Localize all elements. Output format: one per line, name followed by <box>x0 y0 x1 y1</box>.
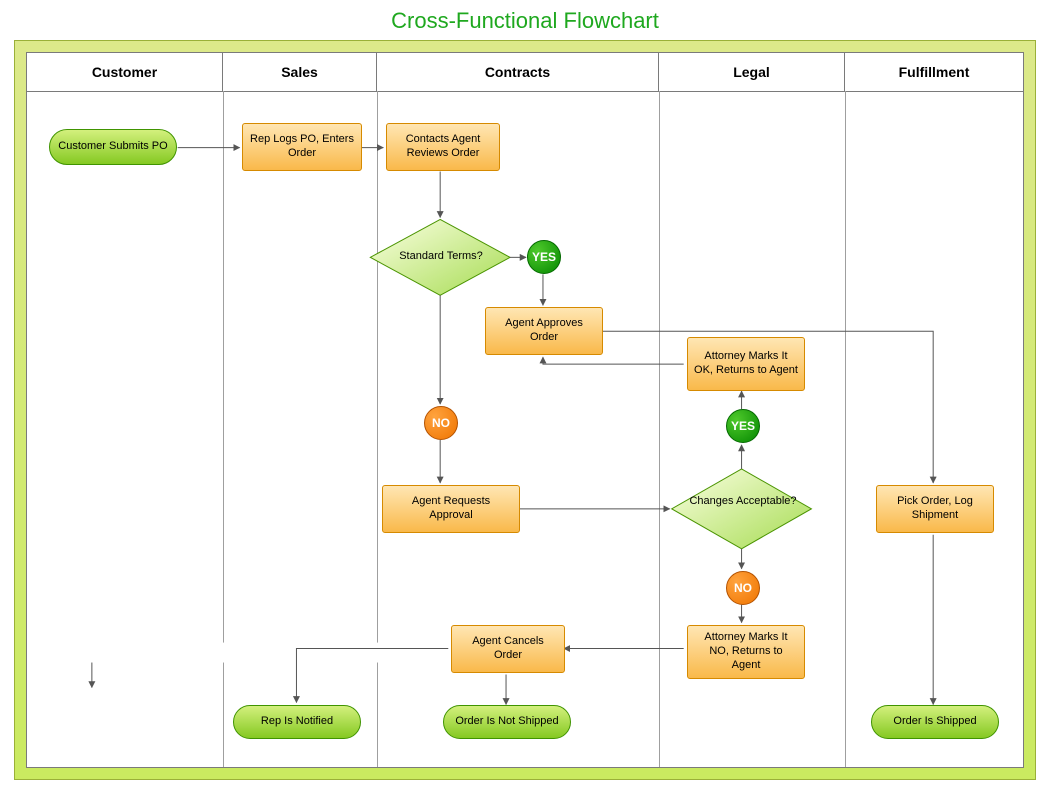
lane-headers: Customer Sales Contracts Legal Fulfillme… <box>27 53 1023 92</box>
chart-title: Cross-Functional Flowchart <box>0 0 1050 34</box>
lane-header-customer: Customer <box>27 53 223 91</box>
decision-yes-icon: YES <box>527 240 561 274</box>
terminator-not-shipped: Order Is Not Shipped <box>443 705 571 739</box>
node-label: Attorney Marks It NO, Returns to Agent <box>688 631 804 672</box>
node-label: Agent Requests Approval <box>383 495 519 523</box>
terminator-customer-submits-po: Customer Submits PO <box>49 129 177 165</box>
node-label: Rep Is Notified <box>255 715 339 729</box>
lane-header-contracts: Contracts <box>377 53 659 91</box>
lane-header-fulfillment: Fulfillment <box>845 53 1023 91</box>
node-label: Rep Logs PO, Enters Order <box>243 133 361 161</box>
node-label: Order Is Not Shipped <box>449 715 564 729</box>
lane-separator <box>845 91 846 767</box>
node-label: Agent Cancels Order <box>452 635 564 663</box>
process-agent-cancels: Agent Cancels Order <box>451 625 565 673</box>
process-review-order: Contacts Agent Reviews Order <box>386 123 500 171</box>
lane-separator <box>377 91 378 767</box>
lane-body: Standard Terms? Changes Acceptable? Cust… <box>27 91 1023 767</box>
decision-no-icon: NO <box>424 406 458 440</box>
process-rep-logs-po: Rep Logs PO, Enters Order <box>242 123 362 171</box>
lane-separator <box>223 91 224 767</box>
process-attorney-no: Attorney Marks It NO, Returns to Agent <box>687 625 805 679</box>
process-agent-requests: Agent Requests Approval <box>382 485 520 533</box>
terminator-rep-notified: Rep Is Notified <box>233 705 361 739</box>
node-label: Order Is Shipped <box>887 715 982 729</box>
terminator-shipped: Order Is Shipped <box>871 705 999 739</box>
node-label: Agent Approves Order <box>486 317 602 345</box>
decision-changes-acceptable: Changes Acceptable? <box>683 495 803 507</box>
process-agent-approves: Agent Approves Order <box>485 307 603 355</box>
swimlane-chart: Customer Sales Contracts Legal Fulfillme… <box>26 52 1024 768</box>
lane-separator <box>659 91 660 767</box>
lane-header-sales: Sales <box>223 53 377 91</box>
node-label: Customer Submits PO <box>52 140 173 154</box>
node-label: Contacts Agent Reviews Order <box>387 133 499 161</box>
process-pick-order: Pick Order, Log Shipment <box>876 485 994 533</box>
decision-yes-icon: YES <box>726 409 760 443</box>
process-attorney-ok: Attorney Marks It OK, Returns to Agent <box>687 337 805 391</box>
lane-header-legal: Legal <box>659 53 845 91</box>
node-label: Pick Order, Log Shipment <box>877 495 993 523</box>
decision-no-icon: NO <box>726 571 760 605</box>
decision-standard-terms: Standard Terms? <box>381 250 501 262</box>
node-label: Attorney Marks It OK, Returns to Agent <box>688 350 804 378</box>
